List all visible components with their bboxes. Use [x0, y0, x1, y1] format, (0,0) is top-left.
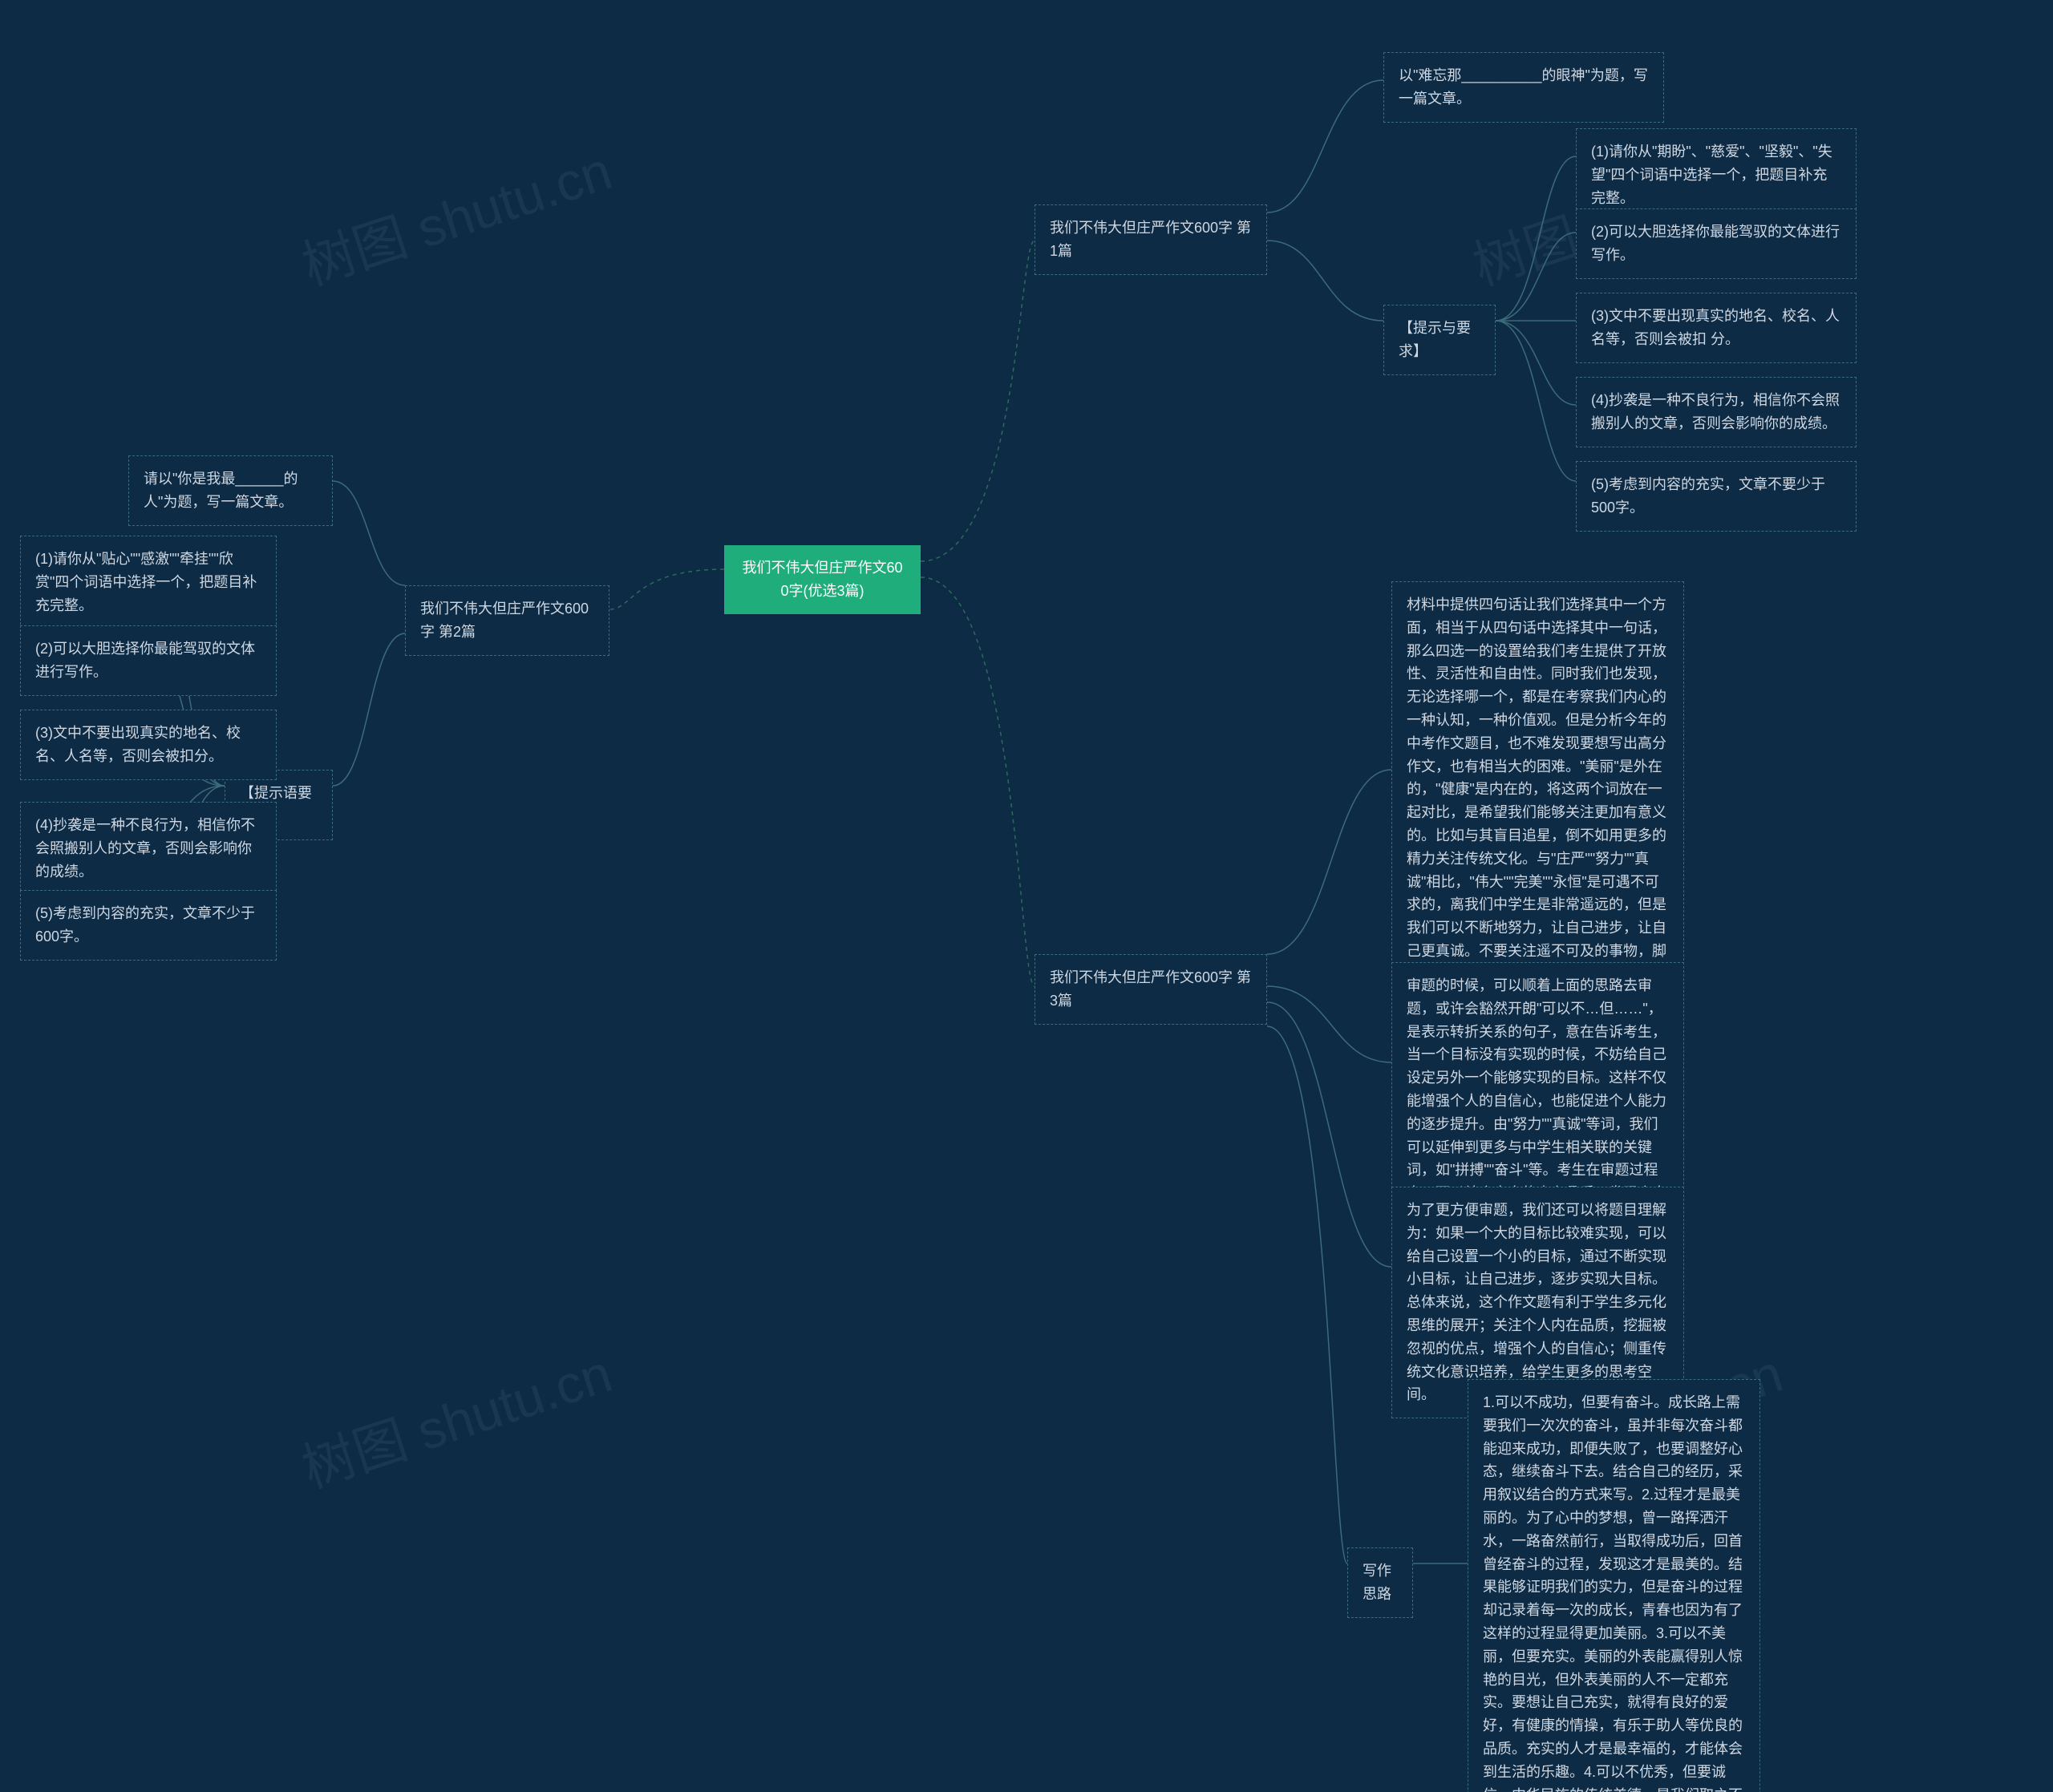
section-1-req-5[interactable]: (5)考虑到内容的充实，文章不要少于500字。: [1576, 461, 1857, 532]
section-2-req-2[interactable]: (2)可以大胆选择你最能驾驭的文体进行写作。: [20, 625, 277, 696]
section-2-title[interactable]: 我们不伟大但庄严作文600字 第2篇: [405, 585, 609, 656]
section-2-req-1[interactable]: (1)请你从"贴心""感激""牵挂""欣赏"四个词语中选择一个，把题目补充完整。: [20, 536, 277, 629]
watermark: 树图 shutu.cn: [291, 1332, 622, 1511]
section-1-req-3[interactable]: (3)文中不要出现真实的地名、校名、人名等，否则会被扣 分。: [1576, 293, 1857, 363]
section-1-title[interactable]: 我们不伟大但庄严作文600字 第1篇: [1035, 204, 1267, 275]
section-1-req-2[interactable]: (2)可以大胆选择你最能驾驭的文体进行写作。: [1576, 208, 1857, 279]
section-1-req-label[interactable]: 【提示与要求】: [1383, 305, 1496, 375]
section-2-req-3[interactable]: (3)文中不要出现真实的地名、校名、人名等，否则会被扣分。: [20, 710, 277, 780]
root-text-line1: 我们不伟大但庄严作文60: [739, 556, 906, 580]
section-1-req-1[interactable]: (1)请你从"期盼"、"慈爱"、"坚毅"、"失望"四个词语中选择一个，把题目补充…: [1576, 128, 1857, 221]
section-2-req-5[interactable]: (5)考虑到内容的充实，文章不少于600字。: [20, 890, 277, 961]
section-1-req-4[interactable]: (4)抄袭是一种不良行为，相信你不会照搬别人的文章，否则会影响你的成绩。: [1576, 377, 1857, 447]
root-node[interactable]: 我们不伟大但庄严作文60 0字(优选3篇): [724, 545, 921, 614]
section-3-para-1[interactable]: 材料中提供四句话让我们选择其中一个方面，相当于从四句话中选择其中一句话，那么四选…: [1391, 581, 1684, 1021]
watermark: 树图 shutu.cn: [291, 129, 622, 309]
section-3-ideas[interactable]: 1.可以不成功，但要有奋斗。成长路上需要我们一次次的奋斗，虽并非每次奋斗都能迎来…: [1468, 1379, 1760, 1792]
section-3-title[interactable]: 我们不伟大但庄严作文600字 第3篇: [1035, 954, 1267, 1025]
section-3-ideas-label[interactable]: 写作思路: [1347, 1547, 1413, 1618]
section-2-req-4[interactable]: (4)抄袭是一种不良行为，相信你不会照搬别人的文章，否则会影响你的成绩。: [20, 802, 277, 895]
mind-map-canvas: { "root": {"line1": "我们不伟大但庄严作文60", "lin…: [0, 0, 2053, 1792]
section-2-topic[interactable]: 请以"你是我最______的人"为题，写一篇文章。: [128, 455, 333, 526]
section-1-topic[interactable]: 以"难忘那__________的眼神"为题，写一篇文章。: [1383, 52, 1664, 123]
root-text-line2: 0字(优选3篇): [739, 580, 906, 603]
